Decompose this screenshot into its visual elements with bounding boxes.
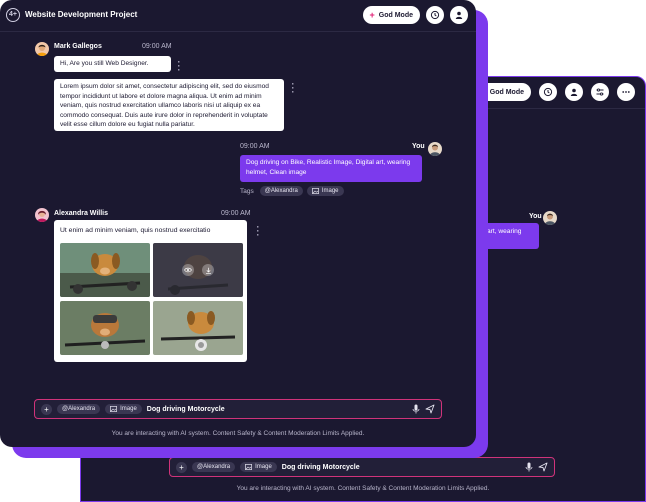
mic-icon[interactable] — [412, 404, 420, 414]
generated-image[interactable] — [153, 243, 243, 297]
message-time: 09:00 AM — [142, 43, 172, 50]
message-text: Dog driving on Bike, Realistic Image, Di… — [246, 159, 411, 176]
message-time: 09:00 AM — [221, 210, 251, 217]
image-icon — [110, 406, 118, 412]
image-caption: Ut enim ad minim veniam, quis nostrud ex… — [60, 227, 211, 234]
sender-name: Mark Gallegos — [54, 43, 102, 50]
god-mode-label: God Mode — [378, 11, 413, 19]
history-icon[interactable] — [539, 83, 557, 101]
user-icon[interactable] — [450, 6, 468, 24]
more-icon[interactable] — [617, 83, 635, 101]
composer[interactable]: + @Alexandra Image Dog driving Motorcycl… — [34, 399, 442, 419]
history-icon[interactable] — [426, 6, 444, 24]
back-message-bubble: art, wearing — [481, 223, 539, 249]
god-mode-button[interactable]: + God Mode — [362, 6, 420, 24]
tag-chip-label: Image — [321, 188, 339, 194]
sender-name: Alexandra Willis — [54, 210, 109, 217]
back-footer-disclaimer: You are interacting with AI system. Cont… — [236, 485, 490, 492]
back-composer-input[interactable]: Dog driving Motorcycle — [282, 464, 520, 471]
send-icon[interactable] — [425, 404, 435, 414]
message-menu-icon[interactable]: · · · — [177, 58, 181, 75]
page-title: Website Development Project — [25, 10, 138, 19]
avatar — [35, 208, 49, 222]
tags-label: Tags — [240, 187, 254, 195]
image-chip-label: Image — [120, 406, 137, 412]
message-text: Lorem ipsum dolor sit amet, consectetur … — [60, 83, 269, 129]
user-icon[interactable] — [565, 83, 583, 101]
message-bubble: Hi, Are you still Web Designer. — [54, 56, 171, 72]
avatar — [35, 42, 49, 56]
back-bubble-text: art, wearing — [487, 228, 522, 235]
image-chip-label: Image — [255, 464, 272, 470]
app-logo[interactable]: 4+ — [6, 8, 20, 22]
send-icon[interactable] — [538, 462, 548, 472]
message-menu-icon[interactable]: · · · — [256, 223, 260, 240]
plus-icon: + — [369, 10, 375, 20]
eye-icon[interactable] — [182, 264, 194, 276]
message-bubble: Dog driving on Bike, Realistic Image, Di… — [240, 155, 422, 182]
tag-chip[interactable]: @Alexandra — [259, 186, 303, 196]
front-window: 4+ Website Development Project + God Mod… — [0, 0, 476, 447]
message-time: 09:00 AM — [240, 143, 270, 150]
download-icon[interactable] — [202, 264, 214, 276]
mention-chip[interactable]: @Alexandra — [57, 404, 101, 414]
composer-input[interactable]: Dog driving Motorcycle — [147, 406, 407, 413]
tag-chip[interactable]: Image — [306, 186, 344, 196]
mention-chip[interactable]: @Alexandra — [192, 462, 236, 472]
mention-chip-label: @Alexandra — [62, 406, 96, 412]
plus-icon[interactable]: + — [41, 403, 52, 415]
god-mode-label: God Mode — [489, 88, 524, 96]
message-text: Hi, Are you still Web Designer. — [60, 60, 149, 67]
image-chip[interactable]: Image — [240, 462, 277, 472]
generated-image[interactable] — [153, 301, 243, 355]
back-header-actions: + God Mode — [473, 83, 635, 101]
back-you-avatar — [543, 211, 557, 225]
plus-icon[interactable]: + — [176, 461, 187, 473]
stage: + God Mode You art, wearing + — [0, 0, 646, 502]
mic-icon[interactable] — [525, 462, 533, 472]
generated-image[interactable] — [60, 243, 150, 297]
image-icon — [311, 188, 319, 194]
avatar — [428, 142, 442, 156]
mention-chip-label: @Alexandra — [197, 464, 231, 470]
generated-image[interactable] — [60, 301, 150, 355]
back-composer[interactable]: + @Alexandra Image Dog driving Motorcycl… — [169, 457, 555, 477]
image-icon — [245, 464, 253, 470]
header: 4+ Website Development Project + God Mod… — [0, 0, 476, 32]
message-menu-icon[interactable]: · · · — [291, 80, 295, 97]
back-you-label: You — [529, 213, 542, 220]
message-bubble: Lorem ipsum dolor sit amet, consectetur … — [54, 79, 284, 131]
header-actions: + God Mode — [362, 6, 468, 24]
image-chip[interactable]: Image — [105, 404, 142, 414]
sliders-icon[interactable] — [591, 83, 609, 101]
sender-name: You — [412, 143, 425, 150]
image-result-card: Ut enim ad minim veniam, quis nostrud ex… — [54, 220, 247, 362]
footer-disclaimer: You are interacting with AI system. Cont… — [111, 430, 365, 437]
tag-chip-label: @Alexandra — [264, 188, 298, 194]
image-hover-overlay — [153, 243, 243, 297]
message-tags: Tags @Alexandra Image — [240, 186, 344, 196]
